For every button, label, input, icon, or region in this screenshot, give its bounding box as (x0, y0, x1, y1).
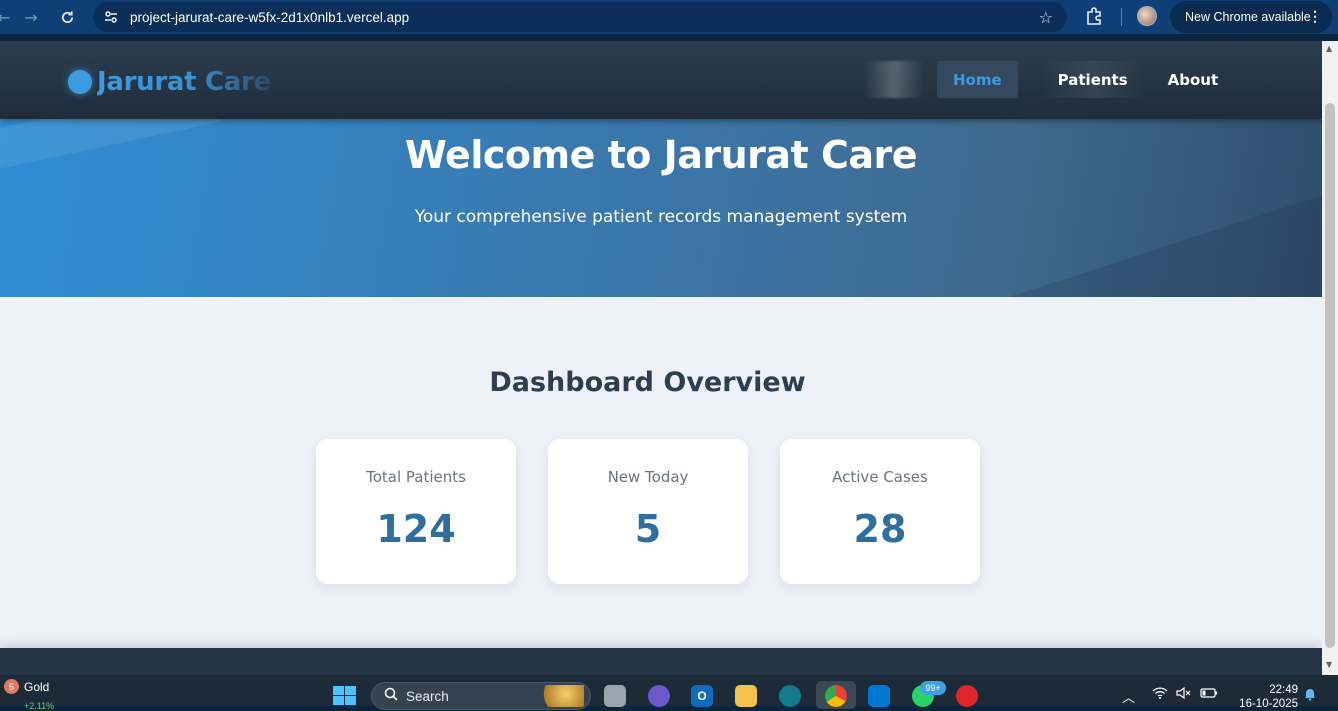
stats-cards: Total Patients 124 New Today 5 Active Ca… (316, 439, 980, 584)
hero-decoration (1008, 167, 1322, 297)
tray-chevron-icon[interactable]: ︿ (1122, 687, 1135, 706)
search-label: Search (406, 688, 449, 704)
search-highlight-icon (538, 685, 584, 707)
hero-banner: Welcome to Jarurat Care Your comprehensi… (0, 119, 1322, 297)
opera-icon[interactable] (956, 685, 978, 707)
nav-hover-effect (864, 61, 924, 98)
site-info-icon[interactable] (103, 9, 119, 25)
notification-badge: 5 (4, 679, 19, 694)
brand-name: Jarurat Care (97, 67, 271, 97)
ticker-change: +2.11% (24, 701, 55, 711)
search-icon (384, 687, 398, 705)
main-nav: Home Patients About (864, 61, 1234, 98)
stat-card-total-patients: Total Patients 124 (316, 439, 516, 584)
nav-home[interactable]: Home (937, 61, 1018, 98)
stat-label: Total Patients (366, 468, 466, 486)
scrollbar-thumb[interactable] (1325, 103, 1335, 648)
teams-icon[interactable] (648, 685, 670, 707)
stat-value: 28 (853, 507, 907, 551)
more-menu-icon[interactable]: ⋮ (1308, 8, 1322, 25)
scroll-up-arrow-icon[interactable]: ▲ (1326, 44, 1332, 53)
extensions-icon[interactable] (1085, 7, 1103, 25)
task-view-icon[interactable] (604, 685, 626, 707)
chrome-update-button[interactable]: New Chrome available ⋮ (1170, 1, 1332, 33)
hero-subtitle: Your comprehensive patient records manag… (414, 207, 908, 227)
reload-icon[interactable] (53, 3, 81, 31)
app-icon[interactable] (779, 685, 801, 707)
back-icon[interactable]: ← (0, 3, 18, 31)
notification-bell-icon[interactable] (1303, 687, 1317, 705)
clock-time: 22:49 (1269, 684, 1298, 696)
dashboard-title: Dashboard Overview (489, 367, 806, 398)
hero-title: Welcome to Jarurat Care (405, 133, 917, 177)
vscode-icon[interactable] (868, 685, 890, 707)
wifi-icon[interactable] (1152, 687, 1168, 703)
ticker-label: Gold (24, 679, 50, 694)
browser-toolbar: ← → project-jarurat-care-w5fx-2d1x0nlb1.… (0, 0, 1338, 34)
stat-card-new-today: New Today 5 (548, 439, 748, 584)
system-clock[interactable]: 22:49 16-10-2025 (1238, 683, 1298, 711)
stat-label: Active Cases (832, 468, 928, 486)
clock-date: 16-10-2025 (1239, 698, 1298, 710)
windows-start-icon[interactable] (333, 686, 357, 706)
site-header: Jarurat Care Home Patients About (0, 41, 1322, 119)
site-footer (0, 648, 1322, 675)
page-viewport: Jarurat Care Home Patients About Welcome… (0, 41, 1322, 675)
bookmark-star-icon[interactable]: ☆ (1039, 8, 1053, 27)
file-explorer-icon[interactable] (735, 685, 757, 707)
volume-muted-icon[interactable] (1176, 686, 1192, 703)
stat-card-active-cases: Active Cases 28 (780, 439, 980, 584)
address-bar[interactable]: project-jarurat-care-w5fx-2d1x0nlb1.verc… (93, 2, 1067, 32)
page-scrollbar[interactable]: ▲ ▼ (1322, 41, 1338, 675)
scroll-down-arrow-icon[interactable]: ▼ (1326, 660, 1332, 669)
nav-about[interactable]: About (1152, 61, 1235, 98)
toolbar-divider (1121, 8, 1122, 26)
chrome-icon[interactable] (825, 685, 847, 707)
profile-avatar[interactable] (1137, 6, 1157, 26)
brand-logo[interactable]: Jarurat Care (68, 67, 271, 97)
taskbar: 5 Gold +2.11% Search O 99+ ︿ 22:49 16-10… (0, 675, 1338, 711)
stat-value: 5 (634, 507, 662, 551)
forward-icon[interactable]: → (17, 3, 45, 31)
stat-label: New Today (607, 468, 689, 486)
outlook-icon[interactable]: O (691, 685, 713, 707)
url-text[interactable]: project-jarurat-care-w5fx-2d1x0nlb1.verc… (130, 10, 409, 25)
update-label: New Chrome available (1185, 10, 1311, 24)
logo-dot-icon (68, 70, 92, 94)
battery-icon[interactable] (1200, 687, 1218, 703)
ticker-widget[interactable]: 5 Gold +2.11% (4, 679, 54, 711)
stat-value: 124 (376, 507, 456, 551)
whatsapp-badge: 99+ (920, 681, 946, 695)
nav-patients[interactable]: Patients (1041, 61, 1144, 98)
